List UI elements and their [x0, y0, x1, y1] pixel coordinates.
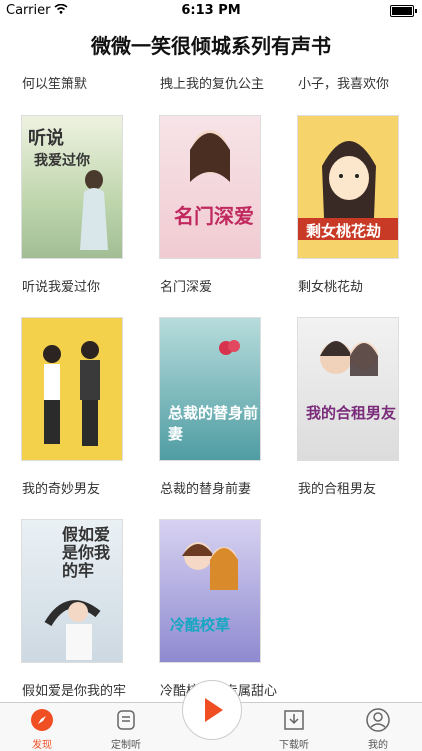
- book-cover[interactable]: [22, 318, 122, 460]
- book-cover[interactable]: 名门深爱: [160, 116, 260, 258]
- tab-label: 发现: [32, 740, 52, 751]
- navigation-bar: 微微一笑很倾城系列有声书: [0, 22, 422, 62]
- clock: 6:13 PM: [181, 3, 241, 18]
- book-cover[interactable]: 我的合租男友: [298, 318, 398, 460]
- radio-icon: [117, 710, 135, 730]
- tab-label: 下载听: [279, 740, 309, 751]
- book-title[interactable]: 名门深爱: [160, 276, 212, 295]
- cover-text: 冷酷校草: [170, 616, 231, 634]
- cover-text: 听说: [28, 128, 64, 149]
- user-icon: [366, 708, 390, 732]
- play-button[interactable]: [182, 680, 242, 740]
- book-grid: 何以笙箫默 拽上我的复仇公主 小子，我喜欢你 听说 我爱过你 听说我爱过你 名门…: [0, 62, 422, 702]
- book-title[interactable]: 小子，我喜欢你: [298, 73, 389, 92]
- book-title[interactable]: 听说我爱过你: [22, 276, 100, 295]
- cover-text: 名门深爱: [174, 204, 254, 228]
- tab-download[interactable]: 下载听: [252, 703, 336, 751]
- tab-me[interactable]: 我的: [336, 703, 420, 751]
- page-title: 微微一笑很倾城系列有声书: [91, 34, 331, 58]
- cover-text: 总裁的替身前妻: [168, 404, 259, 443]
- book-title[interactable]: 假如爱是你我的牢: [22, 680, 126, 699]
- tab-discover[interactable]: 发现: [0, 703, 84, 751]
- book-cover[interactable]: 假如爱是你我的牢: [22, 520, 122, 662]
- book-title[interactable]: 我的合租男友: [298, 478, 376, 497]
- cover-text: 假如爱是你我的牢: [62, 525, 111, 580]
- tab-label: 我的: [368, 740, 388, 751]
- battery-icon: [390, 5, 417, 17]
- book-title[interactable]: 剩女桃花劫: [298, 276, 363, 295]
- compass-icon: [31, 709, 53, 731]
- book-cover[interactable]: 剩女桃花劫: [298, 116, 398, 258]
- download-icon: [284, 710, 304, 730]
- book-title[interactable]: 我的奇妙男友: [22, 478, 100, 497]
- book-title[interactable]: 拽上我的复仇公主: [160, 73, 264, 92]
- book-title[interactable]: 总裁的替身前妻: [160, 478, 251, 497]
- tab-label: 定制听: [111, 740, 141, 751]
- book-cover[interactable]: 总裁的替身前妻: [160, 318, 260, 460]
- cover-text: 我的合租男友: [306, 404, 397, 422]
- tab-custom-listen[interactable]: 定制听: [84, 703, 168, 751]
- book-cover[interactable]: 冷酷校草: [160, 520, 260, 662]
- book-title[interactable]: 何以笙箫默: [22, 73, 87, 92]
- book-cover[interactable]: 听说 我爱过你: [22, 116, 122, 258]
- cover-text: 剩女桃花劫: [306, 222, 382, 240]
- status-bar: Carrier 6:13 PM: [0, 0, 422, 22]
